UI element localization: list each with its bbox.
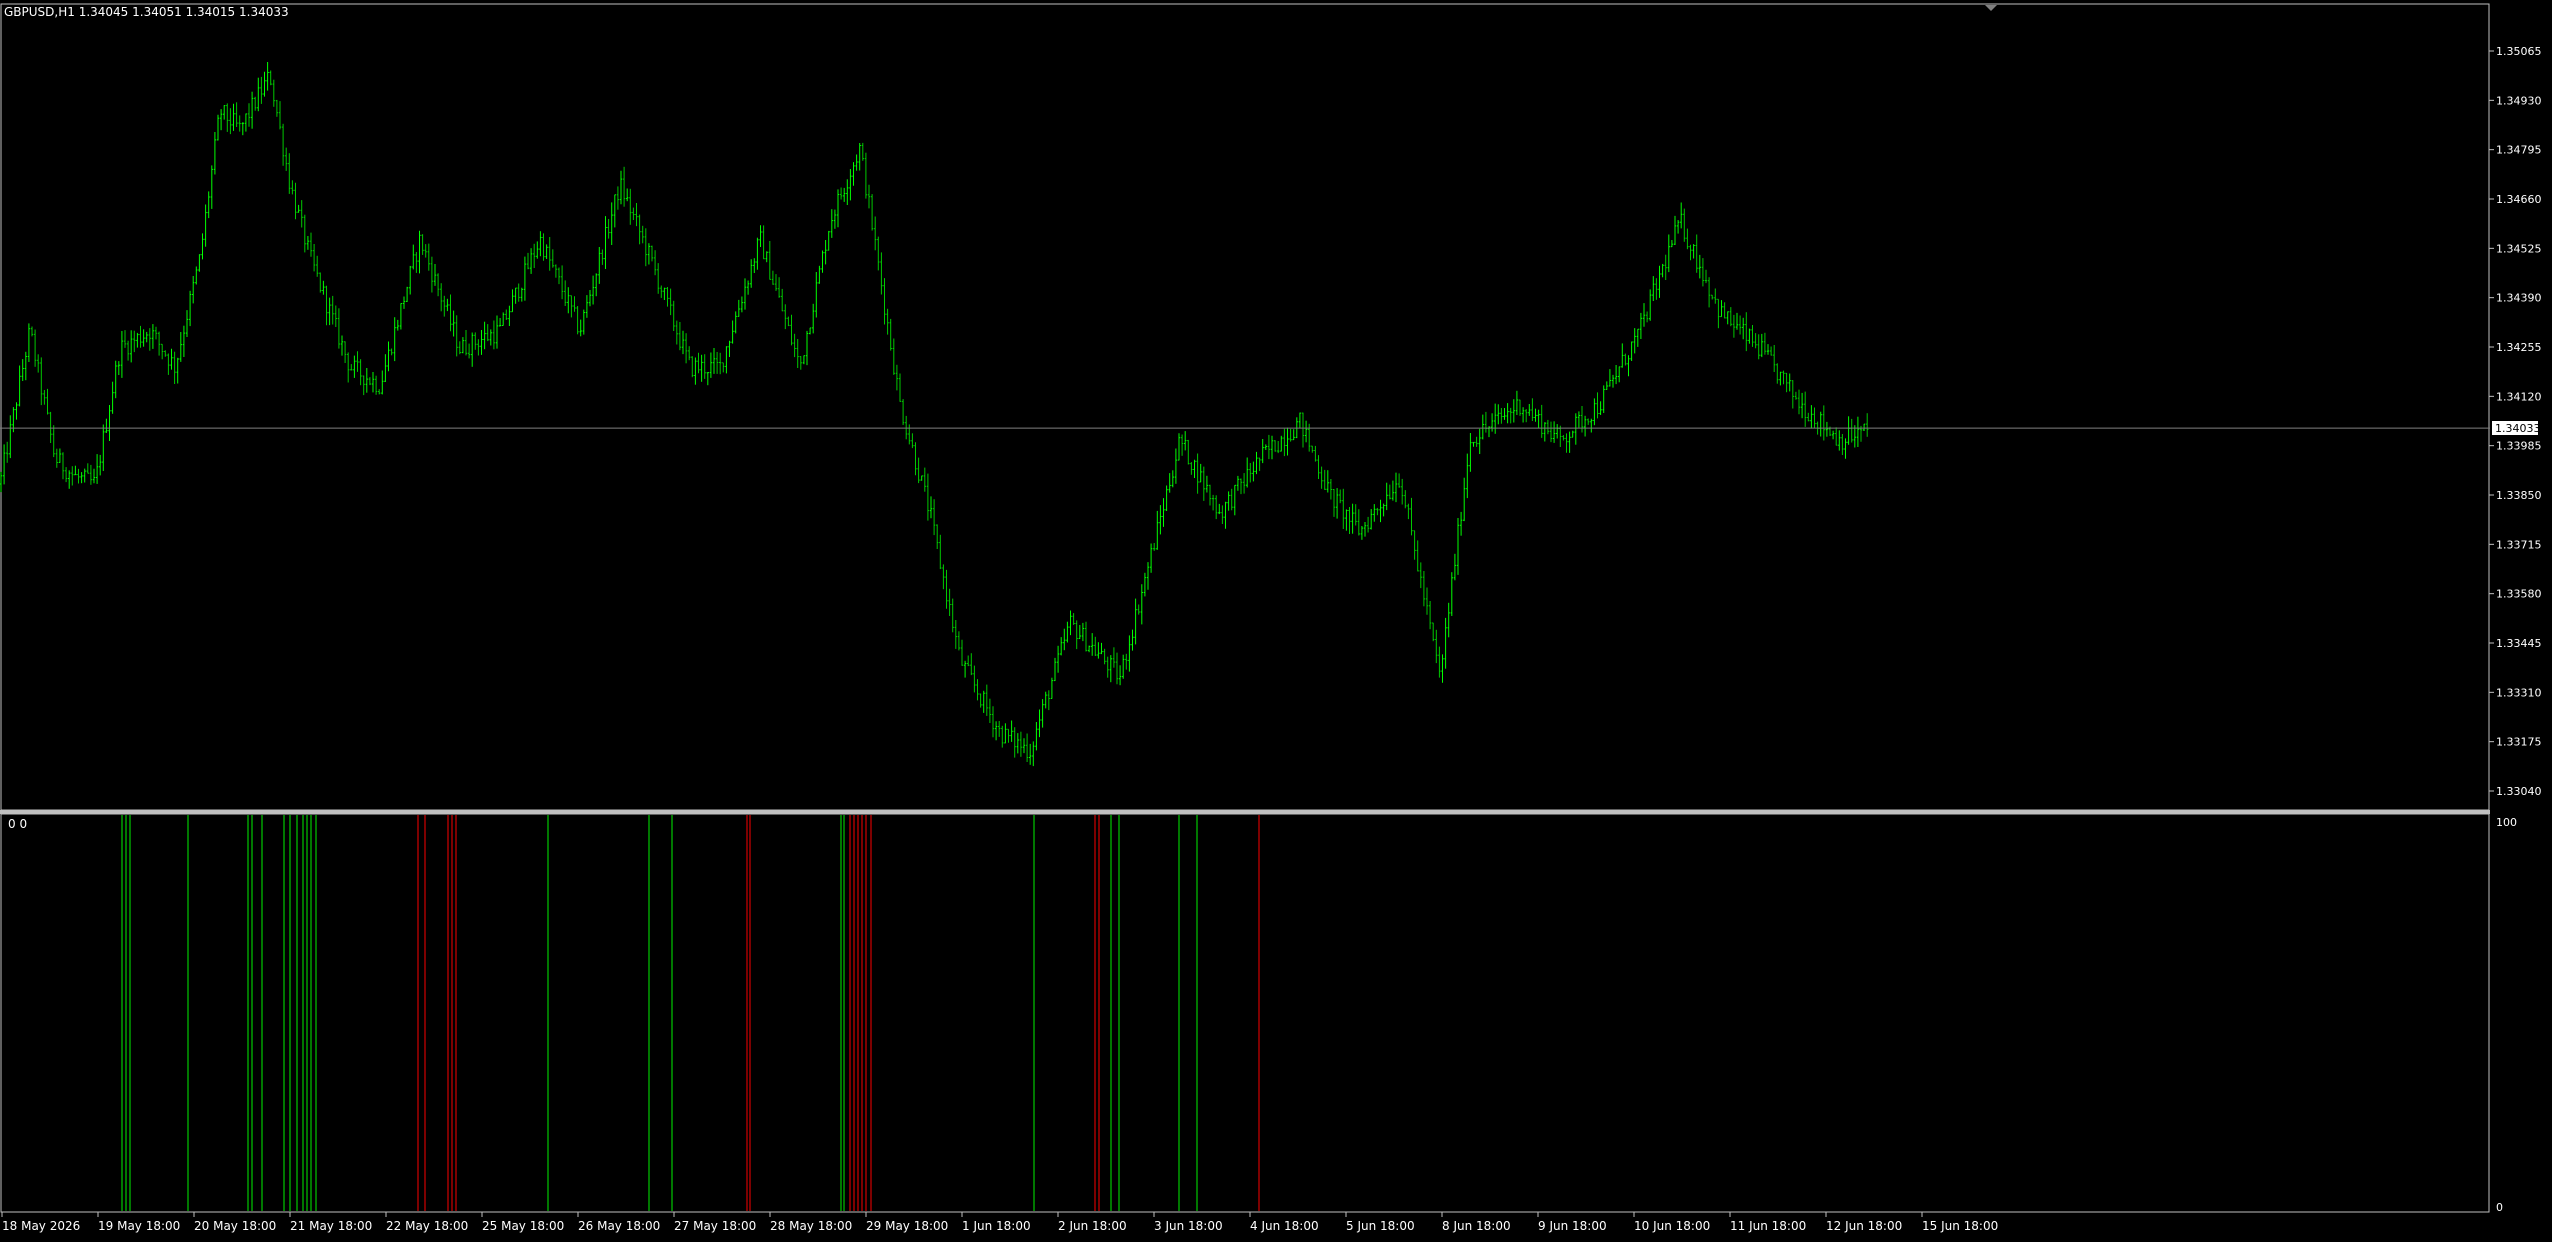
time-tick-label: 26 May 18:00: [578, 1219, 660, 1233]
price-tick-label: 1.34390: [2496, 292, 2542, 305]
time-tick-label: 22 May 18:00: [386, 1219, 468, 1233]
time-tick-label: 21 May 18:00: [290, 1219, 372, 1233]
price-tick-label: 1.34930: [2496, 94, 2542, 107]
price-tick-label: 1.33310: [2496, 686, 2542, 699]
time-tick-label: 9 Jun 18:00: [1538, 1219, 1607, 1233]
time-tick-label: 10 Jun 18:00: [1634, 1219, 1710, 1233]
current-price-text: 1.34033: [2495, 422, 2541, 435]
sub-scale-max: 100: [2496, 816, 2517, 829]
price-tick-label: 1.34795: [2496, 144, 2542, 157]
time-tick-label: 19 May 18:00: [98, 1219, 180, 1233]
price-tick-label: 1.34660: [2496, 193, 2542, 206]
time-tick-label: 27 May 18:00: [674, 1219, 756, 1233]
symbol-ohlc-info: GBPUSD,H1 1.34045 1.34051 1.34015 1.3403…: [4, 5, 289, 19]
signals-layer: [121, 815, 1260, 1211]
price-tick-label: 1.33445: [2496, 637, 2542, 650]
price-tick-label: 1.33175: [2496, 736, 2542, 749]
indicator-values-label: 0 0: [8, 817, 28, 831]
time-tick-label: 28 May 18:00: [770, 1219, 852, 1233]
price-tick-label: 1.33850: [2496, 489, 2542, 502]
chart-shift-marker-icon[interactable]: [1985, 5, 1997, 11]
price-tick-label: 1.33985: [2496, 440, 2542, 453]
price-tick-label: 1.34525: [2496, 242, 2542, 255]
time-tick-label: 15 Jun 18:00: [1922, 1219, 1998, 1233]
time-tick-label: 8 Jun 18:00: [1442, 1219, 1511, 1233]
price-tick-label: 1.33715: [2496, 538, 2542, 551]
price-tick-label: 1.35065: [2496, 45, 2542, 58]
sub-scale-min: 0: [2496, 1201, 2503, 1214]
time-tick-label: 3 Jun 18:00: [1154, 1219, 1223, 1233]
price-tick-label: 1.33580: [2496, 588, 2542, 601]
trading-chart[interactable]: 1.35065 1.34930 1.34795 1.34660 1.34525 1.343…: [0, 0, 2552, 1238]
time-tick-label: 25 May 18:00: [482, 1219, 564, 1233]
time-tick-label: 20 May 18:00: [194, 1219, 276, 1233]
main-window-frame: [0, 3, 2490, 811]
time-tick-label: 12 Jun 18:00: [1826, 1219, 1902, 1233]
time-tick-label: 18 May 2026: [2, 1219, 80, 1233]
time-tick-label: 29 May 18:00: [866, 1219, 948, 1233]
price-tick-label: 1.33040: [2496, 785, 2542, 798]
price-tick-label: 1.34120: [2496, 390, 2542, 403]
sub-window-frame: [0, 813, 2490, 1213]
time-axis: 18 May 2026 19 May 18:00 20 May 18:00 21 Ma…: [1, 1212, 1998, 1233]
chart-canvas[interactable]: 1.35065 1.34930 1.34795 1.34660 1.34525 1.343…: [0, 0, 2552, 1238]
time-tick-label: 4 Jun 18:00: [1250, 1219, 1319, 1233]
time-tick-label: 1 Jun 18:00: [962, 1219, 1031, 1233]
current-price-label: 1.34033: [2492, 421, 2541, 435]
time-tick-label: 11 Jun 18:00: [1730, 1219, 1806, 1233]
window-separator[interactable]: [0, 810, 2490, 814]
candles-layer: [0, 62, 1869, 767]
price-tick-label: 1.34255: [2496, 341, 2542, 354]
time-tick-label: 5 Jun 18:00: [1346, 1219, 1415, 1233]
time-tick-label: 2 Jun 18:00: [1058, 1219, 1127, 1233]
